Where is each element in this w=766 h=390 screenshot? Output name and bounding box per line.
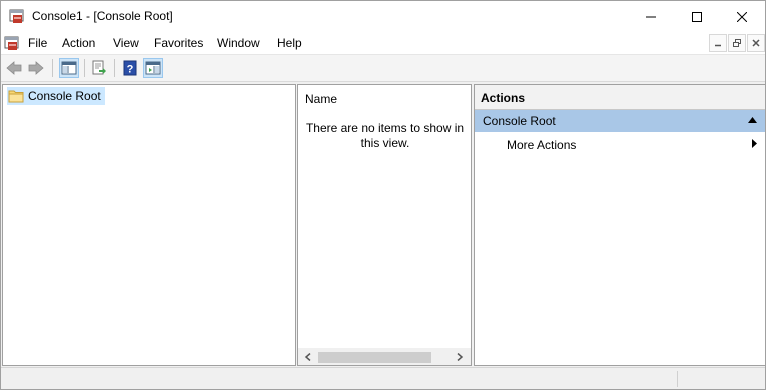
column-header-name[interactable]: Name	[305, 92, 337, 106]
svg-text:?: ?	[127, 64, 134, 76]
mdi-child-icon[interactable]	[4, 35, 20, 51]
scroll-left-button[interactable]	[302, 351, 314, 363]
menu-help[interactable]: Help	[276, 36, 303, 50]
tree-item-console-root[interactable]: Console Root	[7, 87, 105, 105]
close-icon	[737, 11, 747, 22]
menu-file[interactable]: File	[27, 36, 48, 50]
help-icon: ?	[123, 60, 137, 76]
export-list-icon	[92, 60, 106, 75]
actions-title: Actions	[481, 91, 526, 105]
toolbar: ?	[1, 55, 765, 82]
results-list-pane[interactable]: Name There are no items to show in this …	[297, 84, 472, 366]
minimize-button[interactable]	[628, 1, 674, 32]
action-label: More Actions	[507, 138, 577, 152]
title-bar[interactable]: Console1 - [Console Root]	[1, 1, 765, 32]
chevron-left-icon	[304, 353, 311, 361]
show-hide-console-tree-button[interactable]	[59, 58, 79, 78]
chevron-right-icon	[457, 353, 464, 361]
export-list-button[interactable]	[89, 58, 109, 78]
window-title: Console1 - [Console Root]	[32, 9, 173, 23]
empty-list-message: There are no items to show in this view.	[305, 121, 465, 150]
maximize-icon	[692, 11, 702, 22]
show-hide-console-tree-icon	[61, 61, 77, 75]
menu-view[interactable]: View	[112, 36, 140, 50]
child-minimize-button[interactable]	[709, 34, 727, 52]
menu-action[interactable]: Action	[61, 36, 96, 50]
status-bar-separator	[677, 371, 678, 387]
tree-item-label: Console Root	[28, 89, 101, 103]
toolbar-separator	[84, 59, 85, 77]
actions-group-label: Console Root	[483, 114, 556, 128]
submenu-arrow-icon	[752, 139, 757, 148]
actions-pane-header: Actions	[475, 85, 765, 110]
child-restore-button[interactable]	[728, 34, 746, 52]
maximize-button[interactable]	[674, 1, 720, 32]
forward-button[interactable]	[26, 58, 46, 78]
show-hide-action-pane-button[interactable]	[143, 58, 163, 78]
menu-bar: File Action View Favorites Window Help	[1, 32, 765, 55]
menu-window[interactable]: Window	[216, 36, 261, 50]
help-button[interactable]: ?	[120, 58, 140, 78]
toolbar-separator	[114, 59, 115, 77]
action-more-actions[interactable]: More Actions	[475, 133, 765, 155]
menu-favorites[interactable]: Favorites	[153, 36, 204, 50]
actions-pane: Actions Console Root More Actions	[474, 84, 765, 366]
minimize-icon	[646, 16, 656, 17]
back-button[interactable]	[4, 58, 24, 78]
forward-arrow-icon	[28, 61, 44, 75]
actions-group-console-root[interactable]: Console Root	[475, 110, 765, 132]
collapse-up-icon[interactable]	[748, 117, 757, 123]
minimize-icon	[715, 44, 721, 47]
close-icon	[752, 39, 760, 47]
folder-icon	[8, 90, 24, 103]
horizontal-scrollbar[interactable]	[298, 348, 471, 365]
scroll-right-button[interactable]	[454, 351, 466, 363]
console-tree-pane[interactable]: Console Root	[2, 84, 296, 366]
toolbar-separator	[52, 59, 53, 77]
mmc-app-icon	[9, 9, 24, 23]
restore-icon	[733, 39, 741, 47]
scrollbar-thumb[interactable]	[318, 352, 431, 363]
show-hide-action-pane-icon	[145, 61, 161, 75]
child-close-button[interactable]	[747, 34, 765, 52]
back-arrow-icon	[6, 61, 22, 75]
close-button[interactable]	[719, 1, 765, 32]
mmc-window: Console1 - [Console Root] File Action Vi…	[0, 0, 766, 390]
status-bar	[1, 367, 765, 389]
